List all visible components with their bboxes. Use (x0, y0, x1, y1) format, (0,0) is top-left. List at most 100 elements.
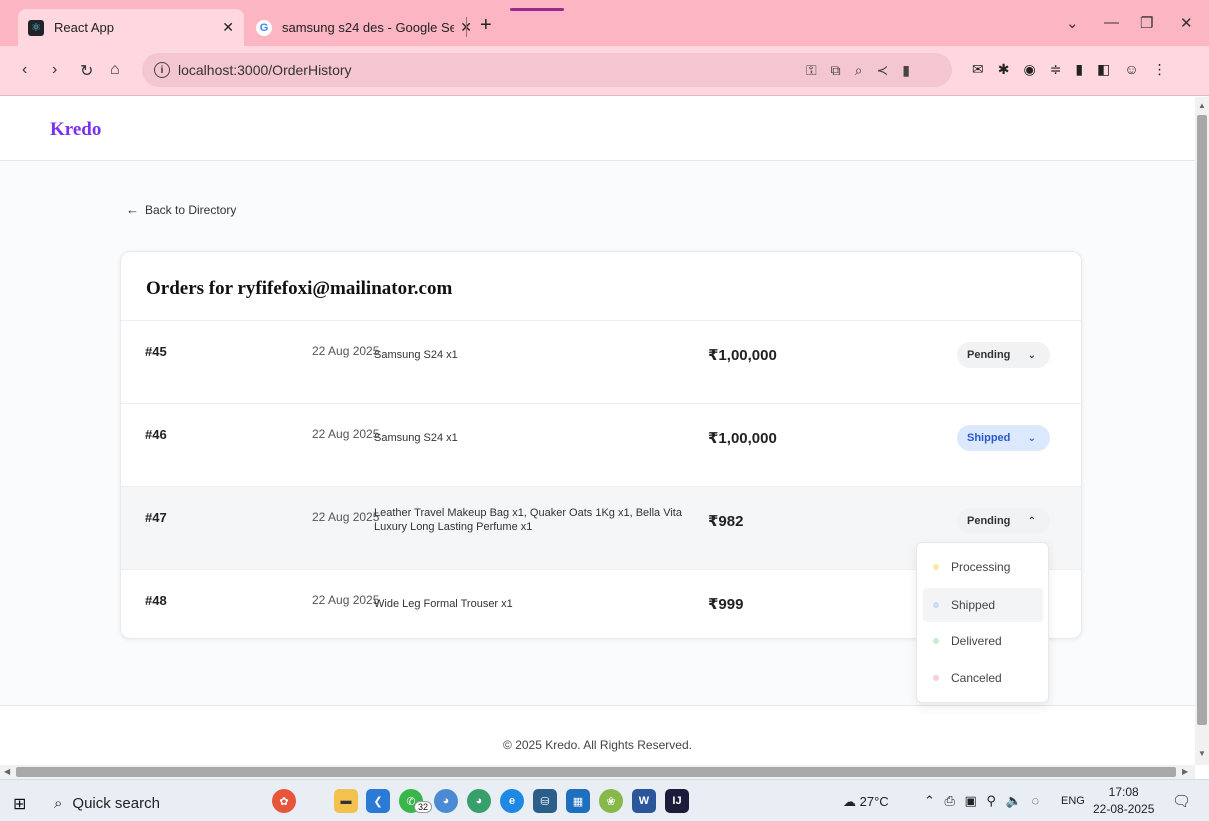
language-indicator[interactable]: ENG (1061, 795, 1085, 807)
status-dot (933, 675, 939, 681)
reading-list-icon[interactable]: ▮ (1075, 61, 1083, 78)
status-dot (933, 638, 939, 644)
edge-icon[interactable]: e (500, 789, 524, 813)
scroll-left-icon[interactable]: ◀ (4, 767, 10, 776)
shield-extension-icon[interactable]: ◉ (1023, 61, 1035, 78)
scrollbar-thumb[interactable] (1197, 115, 1207, 725)
bookmark-icon[interactable]: ▮ (902, 62, 910, 79)
chevron-down-icon: ⌄ (1027, 349, 1036, 361)
status-menu: Processing Shipped Delivered Canceled (916, 542, 1049, 703)
scrollbar-thumb[interactable] (16, 767, 1176, 777)
close-tab-icon[interactable]: ✕ (222, 19, 234, 36)
site-footer: © 2025 Kredo. All Rights Reserved. (0, 705, 1195, 765)
key-icon[interactable]: ⚿ (806, 62, 817, 79)
zoom-icon[interactable]: ⌕ (855, 62, 863, 79)
system-tray-icons[interactable]: ⌃ ⎙ ▣ ⚲ 🔈 ◌ (924, 793, 1042, 809)
extension-icons: ✉ ✱ ◉ ≑ ▮ ◧ ☺ ⋮ (972, 61, 1167, 78)
arrow-left-icon: ← (126, 202, 139, 217)
status-option-shipped[interactable]: Shipped (923, 588, 1043, 622)
status-option-canceled[interactable]: Canceled (923, 661, 1043, 695)
vertical-scrollbar[interactable]: ▲ ▼ (1195, 97, 1209, 765)
google-icon: G (256, 19, 272, 36)
address-bar-actions: ⚿ ⧉ ⌕ ≺ ▮ (806, 62, 910, 79)
windows-start-icon[interactable]: ⊞ (13, 794, 26, 814)
horizontal-scrollbar[interactable]: ◀ ▶ (0, 765, 1195, 779)
chrome-incognito-icon[interactable]: ◕ (467, 789, 491, 813)
scroll-right-icon[interactable]: ▶ (1182, 767, 1188, 776)
chevron-up-icon: ⌃ (1027, 515, 1036, 527)
browser-tab-bar: ⚛ React App ✕ G samsung s24 des - Google… (0, 0, 1209, 46)
status-option-processing[interactable]: Processing (923, 550, 1043, 584)
orders-title: Orders for ryfifefoxi@mailinator.com (146, 278, 453, 299)
back-icon[interactable]: ‹ (22, 61, 27, 79)
order-items: Samsung S24 x1 (374, 432, 458, 444)
minimize-button[interactable]: — (1104, 14, 1119, 31)
puzzle-extension-icon[interactable]: ✱ (998, 61, 1010, 78)
intellij-icon[interactable]: IJ (665, 789, 689, 813)
kredo-logo[interactable]: Kredo (50, 119, 101, 141)
chevron-down-icon: ⌄ (1027, 432, 1036, 444)
order-row: #45 22 Aug 2025 Samsung S24 x1 ₹1,00,000… (121, 320, 1081, 403)
install-app-icon[interactable]: ⧉ (831, 62, 841, 79)
status-label: Pending (967, 515, 1011, 527)
order-price: ₹1,00,000 (708, 347, 777, 364)
menu-icon[interactable]: ⋮ (1153, 61, 1167, 78)
chrome-profile-icon[interactable]: ◕ (434, 789, 458, 813)
order-items: Leather Travel Makeup Bag x1, Quaker Oat… (374, 507, 682, 533)
file-explorer-icon[interactable]: ▬ (334, 789, 358, 813)
status-option-label: Delivered (951, 634, 1002, 648)
status-option-label: Shipped (951, 598, 996, 612)
search-placeholder: Quick search (72, 795, 160, 812)
order-id: #47 (145, 510, 167, 525)
vscode-icon[interactable]: ❮ (366, 789, 390, 813)
festival-widget-icon[interactable]: ✿ (272, 789, 296, 813)
copyright-text: © 2025 Kredo. All Rights Reserved. (503, 738, 692, 752)
status-dropdown[interactable]: Shipped ⌄ (957, 425, 1050, 451)
tab-google-search[interactable]: G samsung s24 des - Google Searc ✕ (250, 9, 478, 46)
whatsapp-badge: 32 (414, 801, 433, 813)
share-icon[interactable]: ≺ (877, 62, 889, 79)
status-option-label: Canceled (951, 671, 1002, 685)
order-items: Samsung S24 x1 (374, 349, 458, 361)
home-icon[interactable]: ⌂ (110, 61, 120, 79)
close-window-button[interactable]: ✕ (1180, 14, 1193, 32)
status-option-delivered[interactable]: Delivered (923, 624, 1043, 658)
store-icon[interactable]: ▦ (566, 789, 590, 813)
tab-search-icon[interactable]: ⌄ (1066, 14, 1079, 32)
order-id: #46 (145, 427, 167, 442)
status-label: Pending (967, 349, 1011, 361)
back-to-directory-link[interactable]: ← Back to Directory (126, 202, 236, 217)
status-label: Shipped (967, 432, 1011, 444)
profile-avatar-icon[interactable]: ☺ (1124, 61, 1138, 78)
mysql-icon[interactable]: ⛁ (533, 789, 557, 813)
order-price: ₹1,00,000 (708, 430, 777, 447)
forward-icon[interactable]: › (52, 61, 57, 79)
side-panel-icon[interactable]: ◧ (1097, 61, 1110, 78)
status-dropdown[interactable]: Pending ⌄ (957, 342, 1050, 368)
new-tab-button[interactable]: + (480, 14, 492, 37)
status-option-label: Processing (951, 560, 1011, 574)
scroll-down-icon[interactable]: ▼ (1198, 749, 1206, 758)
mail-extension-icon[interactable]: ✉ (972, 61, 984, 78)
taskbar-search[interactable]: ⌕ Quick search (54, 795, 160, 812)
reload-icon[interactable]: ↻ (80, 61, 93, 81)
word-icon[interactable]: W (632, 789, 656, 813)
back-link-label: Back to Directory (145, 202, 237, 217)
tabs-extension-icon[interactable]: ≑ (1050, 61, 1062, 78)
windows-taskbar: ⊞ ⌕ Quick search ✿ ▬ ❮ ✆ 32 ◕ ◕ e ⛁ ▦ ❀ … (0, 779, 1209, 821)
springtool-icon[interactable]: ❀ (599, 789, 623, 813)
notification-center-icon[interactable]: 🗨 (1172, 792, 1191, 810)
weather-widget[interactable]: ☁ 27°C (843, 794, 889, 810)
status-dot (933, 602, 939, 608)
tab-react-app[interactable]: ⚛ React App ✕ (18, 9, 244, 46)
order-price: ₹982 (708, 513, 744, 530)
scroll-up-icon[interactable]: ▲ (1198, 101, 1206, 110)
restore-button[interactable]: ❐ (1140, 14, 1153, 32)
order-price: ₹999 (708, 596, 744, 613)
site-info-icon[interactable]: i (154, 62, 170, 78)
weather-temp: 27°C (859, 794, 889, 809)
status-dot (933, 564, 939, 570)
status-dropdown[interactable]: Pending ⌃ (957, 508, 1050, 534)
clock-date: 22-08-2025 (1093, 802, 1155, 816)
taskbar-clock[interactable]: 17:08 22-08-2025 (1093, 784, 1154, 818)
